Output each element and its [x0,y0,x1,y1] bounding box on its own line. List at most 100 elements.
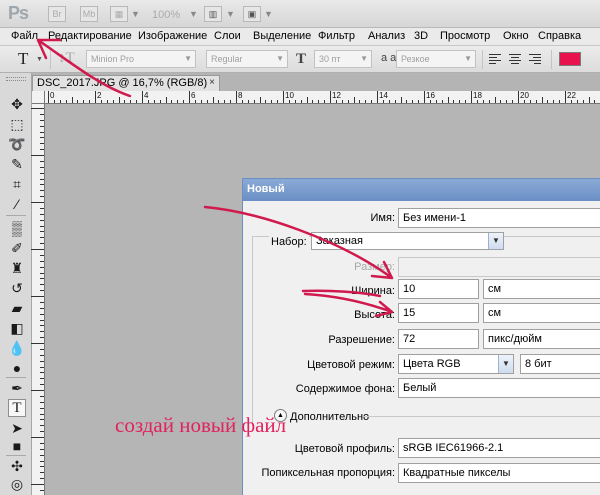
align-center-icon[interactable] [509,52,523,66]
blur-tool-icon[interactable]: 💧 [8,339,26,357]
resolution-field[interactable]: 72 [398,329,479,349]
color-profile-select[interactable]: sRGB IEC61966-2.1 [398,438,600,458]
ruler-tick [95,91,96,103]
ruler-tick [523,100,525,103]
menu-layers[interactable]: Слои [214,30,241,42]
arrange-chevron-icon[interactable]: ▼ [226,9,235,19]
ruler-tick [40,337,44,339]
eyedropper-tool-icon[interactable]: ⁄ [8,195,26,213]
ruler-tick [535,100,537,103]
brush-tool-icon[interactable]: ✐ [8,239,26,257]
ruler-tick [31,296,44,297]
spot-healing-tool-icon[interactable]: ▒ [8,219,26,237]
screen-mode-chevron-icon[interactable]: ▼ [264,9,273,19]
ruler-tick [31,343,44,344]
chevron-down-icon: ▼ [498,355,513,373]
ruler-tick [241,100,243,103]
vertical-ruler[interactable] [31,104,45,495]
zoom-chevron-icon[interactable]: ▼ [189,9,198,19]
color-mode-select[interactable]: Цвета RGB ▼ [398,354,514,374]
ruler-tick [465,100,467,103]
ruler-label: 20 [520,91,529,100]
align-left-icon[interactable] [489,52,503,66]
close-icon[interactable]: × [209,76,215,90]
eraser-tool-icon[interactable]: ▰ [8,299,26,317]
ruler-tick [40,348,44,350]
quick-selection-tool-icon[interactable]: ✎ [8,155,26,173]
screen-mode-button[interactable]: ▣ [243,6,261,22]
view-extras-button[interactable]: ▦ [110,6,128,22]
menu-edit[interactable]: Редактирование [48,30,132,42]
menu-3d[interactable]: 3D [414,30,428,42]
bridge-button[interactable]: Br [48,6,66,22]
ruler-tick [582,100,584,103]
move-tool-icon[interactable]: ✥ [8,95,26,113]
ruler-tick [453,100,455,103]
view-extras-chevron-icon[interactable]: ▼ [131,9,140,19]
resolution-unit-select[interactable]: пикс/дюйм [483,329,600,349]
text-orientation-icon[interactable]: ↕T [58,50,75,67]
marquee-tool-icon[interactable]: ⬚ [8,115,26,133]
height-unit-select[interactable]: см [483,303,600,323]
shape-tool-icon[interactable]: ■ [8,437,26,455]
dialog-title-bar[interactable]: Новый [243,179,600,201]
document-tab[interactable]: DSC_2017.JPG @ 16,7% (RGB/8) × [32,75,220,91]
background-select[interactable]: Белый [398,378,600,398]
history-brush-tool-icon[interactable]: ↺ [8,279,26,297]
font-family-value: Minion Pro [91,54,135,64]
width-unit-select[interactable]: см [483,279,600,299]
preset-select[interactable]: Заказная ▼ [311,232,504,250]
menu-image[interactable]: Изображение [138,30,207,42]
path-selection-tool-icon[interactable]: ➤ [8,419,26,437]
ruler-tick [40,213,44,215]
font-family-select[interactable]: Minion Pro ▼ [86,50,196,68]
horizontal-ruler[interactable]: 0 2 4 6 8 10 12 14 16 18 20 22 [45,91,600,104]
3d-orbit-tool-icon[interactable]: ◎ [8,475,26,493]
toolbox-grip[interactable] [6,77,26,81]
menu-window[interactable]: Окно [503,30,529,42]
type-tool-preset-icon[interactable]: T [18,49,28,69]
crop-tool-icon[interactable]: ⌗ [8,175,26,193]
ruler-tick [40,313,44,315]
menu-select[interactable]: Выделение [253,30,311,42]
menu-analysis[interactable]: Анализ [368,30,405,42]
menu-view[interactable]: Просмотр [440,30,490,42]
lasso-tool-icon[interactable]: ➰ [8,135,26,153]
mini-bridge-button[interactable]: Mb [80,6,98,22]
tool-preset-chevron-icon[interactable]: ▼ [36,56,43,63]
menu-help[interactable]: Справка [538,30,581,42]
advanced-label[interactable]: Дополнительно [290,411,369,423]
bit-depth-select[interactable]: 8 бит [520,354,600,374]
pixel-aspect-select[interactable]: Квадратные пикселы [398,463,600,483]
size-select[interactable] [398,257,600,277]
zoom-level[interactable]: 100% [152,9,180,21]
ruler-tick [40,354,44,356]
ruler-tick [447,97,449,103]
toolbox: ✥ ⬚ ➰ ✎ ⌗ ⁄ ▒ ✐ ♜ ↺ ▰ ◧ 💧 ● ✒ T ➤ ■ ✣ ◎ [0,73,32,495]
clone-stamp-tool-icon[interactable]: ♜ [8,259,26,277]
text-color-swatch[interactable] [559,52,581,66]
ruler-tick [406,100,408,103]
ruler-tick [159,100,161,103]
width-field[interactable]: 10 [398,279,479,299]
pen-tool-icon[interactable]: ✒ [8,379,26,397]
ruler-tick [118,97,120,103]
align-right-icon[interactable] [529,52,543,66]
antialias-select[interactable]: Резкое ▼ [396,50,476,68]
antialias-value: Резкое [401,54,430,64]
ruler-tick [200,100,202,103]
height-field[interactable]: 15 [398,303,479,323]
menu-file[interactable]: Файл [11,30,38,42]
ruler-corner[interactable] [32,91,45,104]
menu-filter[interactable]: Фильтр [318,30,355,42]
ruler-tick [341,100,343,103]
font-style-select[interactable]: Regular ▼ [206,50,288,68]
type-tool-icon[interactable]: T [8,399,26,417]
font-size-select[interactable]: 30 пт ▼ [314,50,372,68]
name-field[interactable]: Без имени-1 [398,208,600,228]
3d-rotate-tool-icon[interactable]: ✣ [8,457,26,475]
ruler-tick [553,100,555,103]
arrange-documents-button[interactable]: ▥ [204,6,222,22]
dodge-tool-icon[interactable]: ● [8,359,26,377]
gradient-tool-icon[interactable]: ◧ [8,319,26,337]
